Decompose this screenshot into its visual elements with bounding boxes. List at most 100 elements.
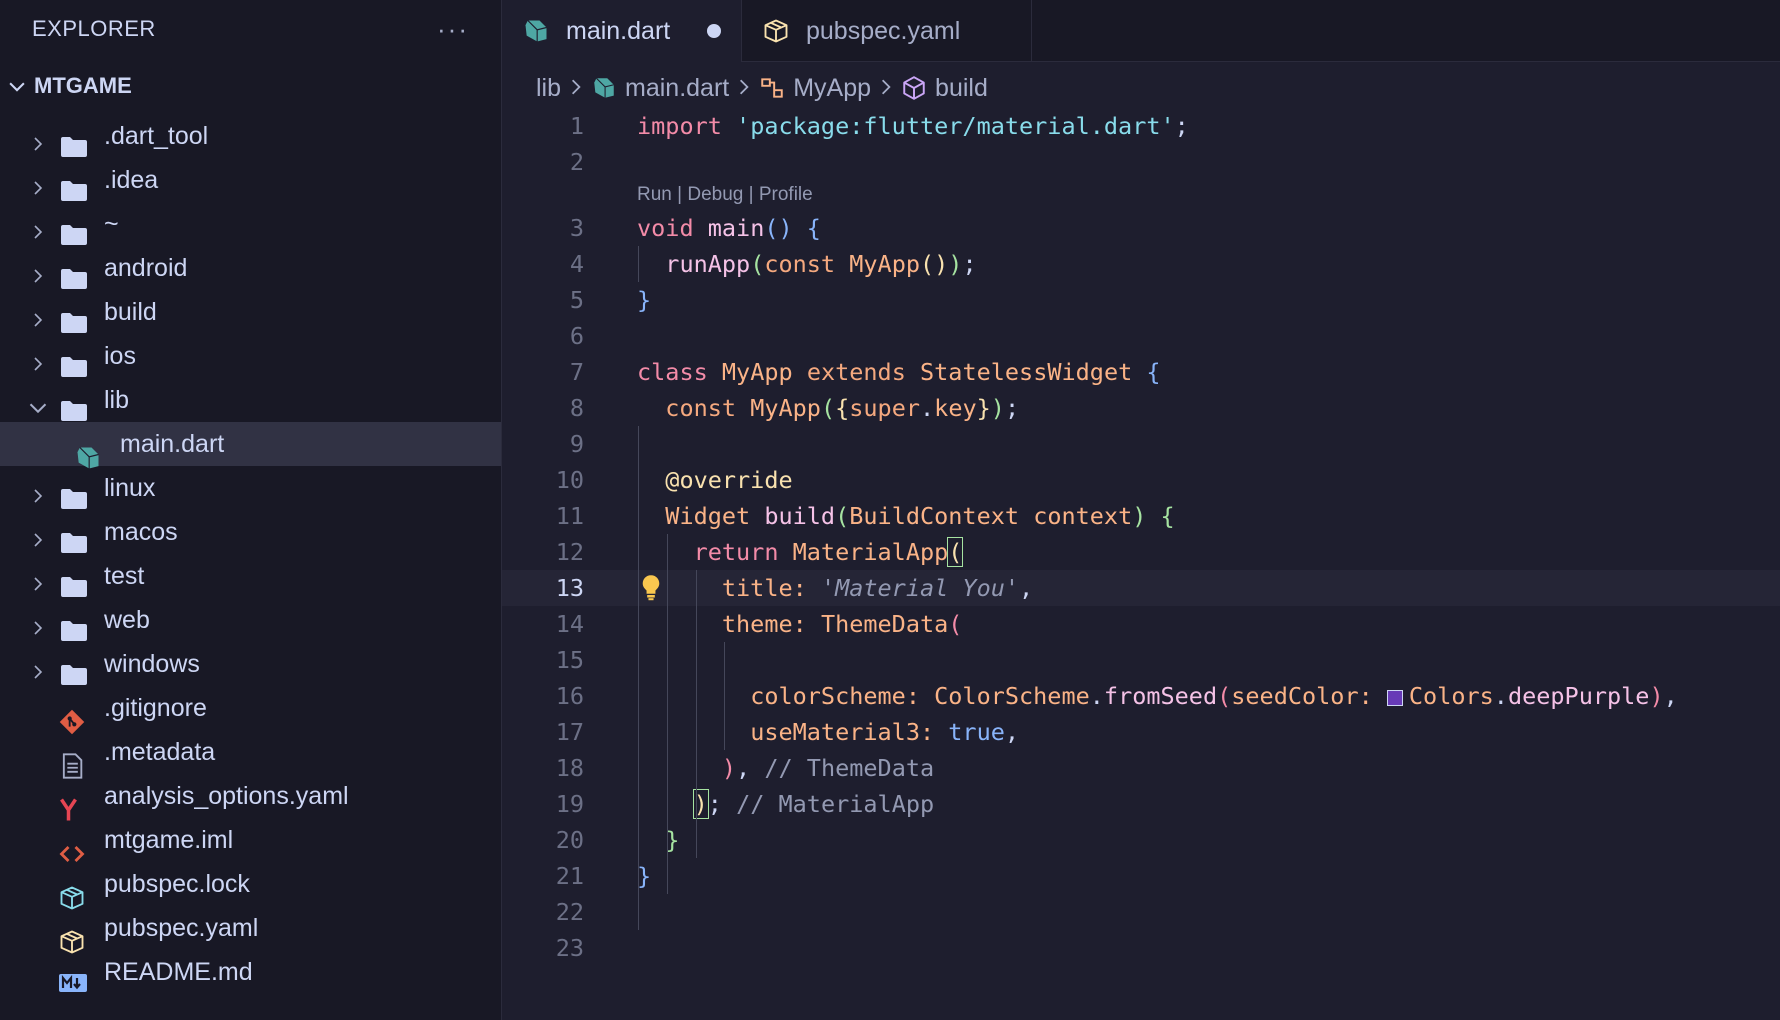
tree-item-lib[interactable]: lib (0, 378, 501, 422)
code-line[interactable]: 22 (502, 894, 1780, 930)
code-line[interactable]: 4 runApp(const MyApp()); (502, 246, 1780, 282)
tree-item-label: android (104, 253, 188, 282)
tab-label: main.dart (566, 16, 671, 45)
line-number: 17 (555, 718, 584, 746)
tree-item-label: macos (104, 517, 178, 546)
tree-item-pubspec-lock[interactable]: pubspec.lock (0, 862, 501, 910)
code-line[interactable]: 21 } (502, 858, 1780, 894)
tab-main-dart[interactable]: main.dart (502, 0, 742, 62)
line-number: 12 (555, 538, 584, 566)
line-number: 19 (555, 790, 584, 818)
tree-item-ios[interactable]: ios (0, 334, 501, 378)
code-line[interactable]: 17 useMaterial3: true, (502, 714, 1780, 750)
line-text: } (637, 862, 652, 890)
tree-item-test[interactable]: test (0, 554, 501, 598)
code-line[interactable]: 10 @override (502, 462, 1780, 498)
line-number: 18 (555, 754, 584, 782)
line-number: 15 (555, 646, 584, 674)
code-line[interactable]: 19 ); // MaterialApp (502, 786, 1780, 822)
tree-item-label: README.md (104, 957, 253, 986)
line-text: return MaterialApp( (693, 537, 964, 567)
tree-item-linux[interactable]: linux (0, 466, 501, 510)
code-line[interactable]: 3 void main() { (502, 210, 1780, 246)
tree-item-main-dart[interactable]: main.dart (0, 422, 501, 469)
line-number: 23 (555, 934, 584, 962)
code-line[interactable]: 12 return MaterialApp( (502, 534, 1780, 570)
code-line[interactable]: 2 (502, 144, 1780, 180)
tree-item-label: .dart_tool (104, 121, 209, 150)
line-text: void main() { (637, 214, 821, 242)
tree-item-label: lib (104, 385, 130, 414)
tree-item-android[interactable]: android (0, 246, 501, 290)
line-text: ), // ThemeData (721, 754, 935, 782)
line-number: 16 (555, 682, 584, 710)
tab-label: pubspec.yaml (806, 16, 961, 45)
code-editor[interactable]: 1 import 'package:flutter/material.dart'… (502, 108, 1780, 966)
tab-pubspec-yaml[interactable]: pubspec.yaml (742, 0, 1032, 62)
explorer-header: EXPLORER ··· (0, 0, 501, 58)
project-root[interactable]: MTGAME (0, 58, 501, 114)
class-icon (759, 75, 785, 101)
tree-item-analysis-options-yaml[interactable]: analysis_options.yaml (0, 774, 501, 821)
breadcrumb-class[interactable]: MyApp (759, 74, 871, 103)
code-line[interactable]: 23 (502, 930, 1780, 966)
line-number: 7 (569, 358, 584, 386)
line-number: 9 (569, 430, 584, 458)
code-line[interactable]: 9 (502, 426, 1780, 462)
color-swatch-icon[interactable] (1386, 690, 1403, 706)
line-text: class MyApp extends StatelessWidget { (637, 358, 1161, 386)
line-text: useMaterial3: true, (750, 718, 1020, 746)
file-tree: .dart_tool .idea ~ android build ios lib main.d… (0, 114, 501, 994)
breadcrumb-file[interactable]: main.dart (591, 74, 729, 103)
tree-item-readme-md[interactable]: README.md (0, 950, 501, 994)
tree-item-label: windows (104, 649, 200, 678)
tab-bar: main.dart pubspec.yaml (502, 0, 1780, 62)
tree-item-label: linux (104, 473, 156, 502)
tree-item-home[interactable]: ~ (0, 202, 501, 246)
tree-item-metadata[interactable]: .metadata (0, 730, 501, 779)
chevron-down-icon (9, 82, 25, 92)
tree-item-windows[interactable]: windows (0, 642, 501, 686)
code-line[interactable]: 11 Widget build(BuildContext context) { (502, 498, 1780, 534)
line-number: 21 (555, 862, 584, 890)
code-line[interactable]: 18 ), // ThemeData (502, 750, 1780, 786)
code-line[interactable]: 8 const MyApp({super.key}); (502, 390, 1780, 426)
indent-guide (638, 426, 639, 930)
breadcrumb-method[interactable]: build (901, 74, 988, 103)
code-line[interactable]: 20 } (502, 822, 1780, 858)
line-number: 2 (569, 148, 584, 176)
code-line[interactable]: 7 class MyApp extends StatelessWidget { (502, 354, 1780, 390)
tree-item-macos[interactable]: macos (0, 510, 501, 554)
tree-item-pubspec-yaml[interactable]: pubspec.yaml (0, 906, 501, 954)
chevron-right-icon (879, 74, 893, 103)
codelens-debug-link[interactable]: Debug (687, 184, 743, 205)
tree-item-web[interactable]: web (0, 598, 501, 642)
chevron-right-icon (569, 74, 583, 103)
tree-item-gitignore[interactable]: .gitignore (0, 686, 501, 735)
line-number: 3 (569, 214, 584, 242)
line-text: ); // MaterialApp (692, 789, 935, 819)
tree-item-label: .metadata (104, 737, 216, 766)
tree-item-mtgame-iml[interactable]: mtgame.iml (0, 818, 501, 862)
tree-item-build[interactable]: build (0, 290, 501, 334)
code-line[interactable]: 14 theme: ThemeData( (502, 606, 1780, 642)
line-number: 1 (569, 112, 584, 140)
code-line[interactable]: 5 } (502, 282, 1780, 318)
codelens-sep: | (743, 184, 759, 205)
line-text: theme: ThemeData( (721, 610, 963, 638)
codelens-run-link[interactable]: Run (637, 184, 672, 205)
code-line[interactable]: 15 (502, 642, 1780, 678)
codelens: Run | Debug | Profile (502, 180, 1780, 210)
code-line[interactable]: 16 colorScheme: ColorScheme.fromSeed(see… (502, 678, 1780, 714)
code-line-current[interactable]: 13 title: 'Material You', (502, 570, 1780, 606)
code-line[interactable]: 6 (502, 318, 1780, 354)
breadcrumb-lib[interactable]: lib (536, 74, 561, 103)
code-line[interactable]: 1 import 'package:flutter/material.dart'… (502, 108, 1780, 144)
tree-item-dart-tool[interactable]: .dart_tool (0, 114, 501, 158)
more-actions-icon[interactable]: ··· (437, 14, 469, 45)
line-text: @override (665, 466, 793, 494)
tree-item-idea[interactable]: .idea (0, 158, 501, 202)
chevron-right-icon (737, 74, 751, 103)
unsaved-dot-icon[interactable] (707, 24, 721, 38)
codelens-profile-link[interactable]: Profile (759, 184, 813, 205)
